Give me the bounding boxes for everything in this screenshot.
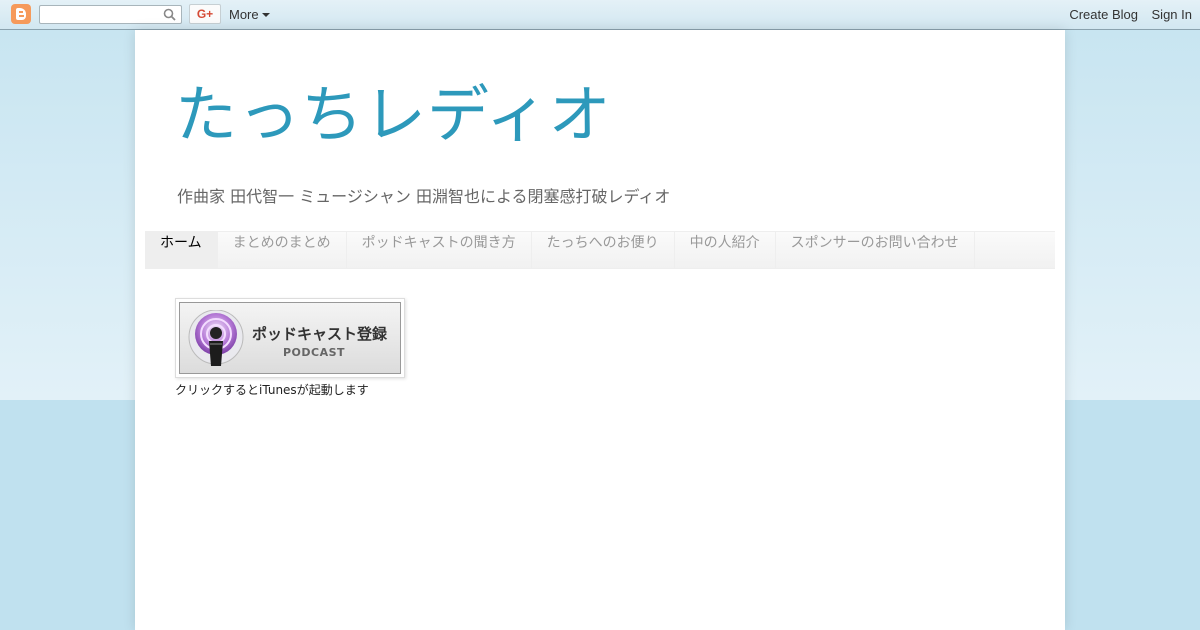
podcast-icon [188,310,244,366]
podcast-label-en: PODCAST [283,346,346,359]
tab-members[interactable]: 中の人紹介 [675,232,776,268]
podcast-button-face: ポッドキャスト登録 PODCAST [179,302,401,374]
more-menu-button[interactable]: More [229,7,270,22]
search-input[interactable] [44,10,159,26]
google-plus-button[interactable]: G+ [189,4,221,24]
search-field[interactable] [39,5,182,26]
blog-description: 作曲家 田代智一 ミュージシャン 田淵智也による閉塞感打破レディオ [177,187,671,206]
podcast-caption: クリックするとiTunesが起動します [175,383,369,397]
chevron-down-icon [261,13,270,17]
blogger-navbar: G+ More Create Blog Sign In [0,0,1200,30]
content-page: たっちレディオ 作曲家 田代智一 ミュージシャン 田淵智也による閉塞感打破レディ… [135,30,1065,630]
tab-sponsor-contact[interactable]: スポンサーのお問い合わせ [776,232,975,268]
tab-home[interactable]: ホーム [145,232,218,268]
tab-letters[interactable]: たっちへのお便り [532,232,675,268]
search-icon[interactable] [163,8,176,21]
tab-summary[interactable]: まとめのまとめ [218,232,347,268]
podcast-label-jp: ポッドキャスト登録 [252,325,388,343]
podcast-subscribe-button[interactable]: ポッドキャスト登録 PODCAST [175,298,405,378]
create-blog-link[interactable]: Create Blog [1069,7,1138,22]
sign-in-link[interactable]: Sign In [1152,7,1192,22]
more-label: More [229,7,259,22]
tab-how-to-listen[interactable]: ポッドキャストの聞き方 [347,232,532,268]
blogger-logo-icon[interactable] [11,4,31,24]
page-tabs: ホーム まとめのまとめ ポッドキャストの聞き方 たっちへのお便り 中の人紹介 ス… [145,231,1055,269]
blog-title[interactable]: たっちレディオ [175,64,612,154]
